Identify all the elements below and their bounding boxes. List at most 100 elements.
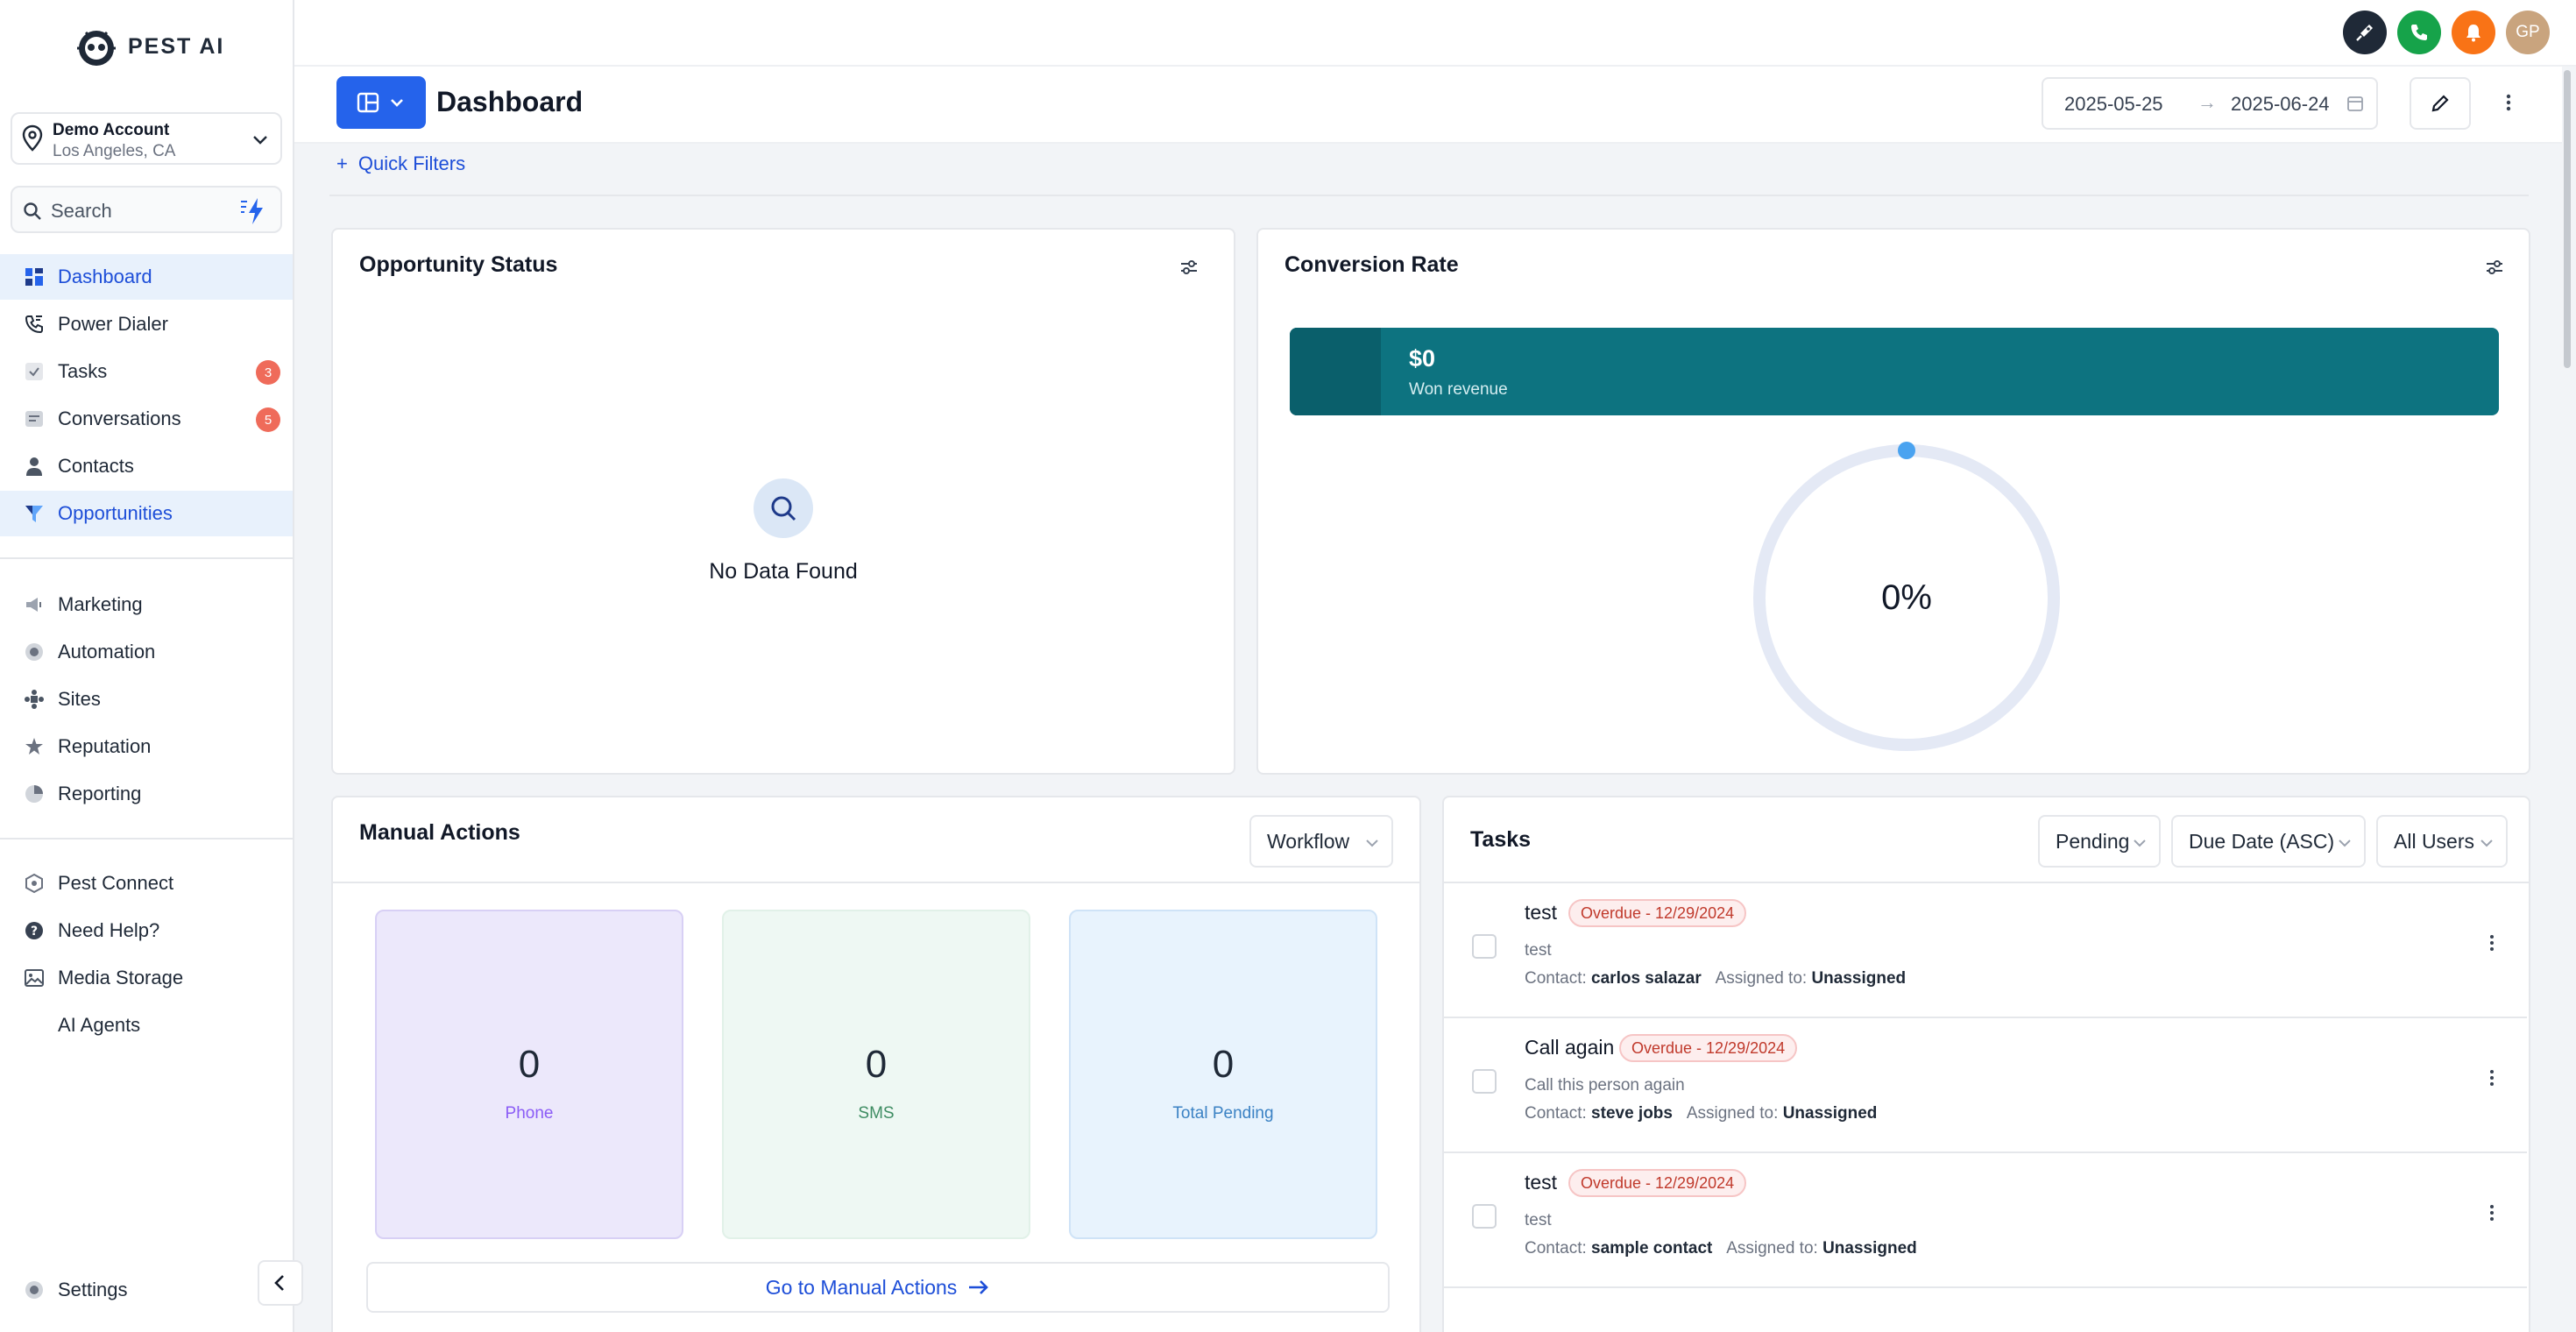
chat-icon xyxy=(23,407,46,430)
task-checkbox[interactable] xyxy=(1472,1069,1497,1094)
task-description: Call this person again xyxy=(1525,1076,1685,1095)
reputation-icon xyxy=(23,735,46,758)
task-contact[interactable]: carlos salazar xyxy=(1591,969,1702,988)
dashboard-switcher-button[interactable] xyxy=(336,76,426,129)
sidebar-item-label: Conversations xyxy=(58,407,181,429)
phone-icon xyxy=(2411,25,2427,40)
gear-icon xyxy=(23,1279,46,1301)
manual-actions-card: Manual Actions Workflow 0 Phone 0 SMS 0 … xyxy=(331,796,1421,1332)
sidebar-item-marketing[interactable]: Marketing xyxy=(0,582,293,627)
sidebar-item-label: Need Help? xyxy=(58,919,160,941)
quick-launch-button[interactable] xyxy=(2343,11,2387,54)
sidebar-divider xyxy=(0,557,293,559)
sidebar-item-label: Opportunities xyxy=(58,502,173,524)
sidebar-item-reputation[interactable]: Reputation xyxy=(0,724,293,769)
stat-sms[interactable]: 0 SMS xyxy=(722,910,1030,1239)
sidebar-item-contacts[interactable]: Contacts xyxy=(0,443,293,489)
sliders-icon xyxy=(2487,260,2502,274)
sidebar-item-label: Settings xyxy=(58,1279,128,1300)
sidebar-item-automation[interactable]: Automation xyxy=(0,629,293,675)
sidebar-item-power-dialer[interactable]: Power Dialer xyxy=(0,301,293,347)
sidebar: PEST AI Demo Account Los Angeles, CA Sea… xyxy=(0,0,294,1332)
sidebar-search[interactable]: Search xyxy=(11,186,282,233)
sidebar-item-reporting[interactable]: Reporting xyxy=(0,771,293,817)
date-from[interactable]: 2025-05-25 xyxy=(2064,93,2163,116)
task-checkbox[interactable] xyxy=(1472,934,1497,959)
search-icon xyxy=(24,202,41,220)
stat-total-pending[interactable]: 0 Total Pending xyxy=(1069,910,1377,1239)
ai-agents-icon xyxy=(23,1014,46,1037)
sidebar-item-media-storage[interactable]: Media Storage xyxy=(0,955,293,1001)
bell-icon xyxy=(2466,25,2480,42)
task-checkbox[interactable] xyxy=(1472,1204,1497,1229)
sidebar-item-pest-connect[interactable]: Pest Connect xyxy=(0,861,293,906)
sidebar-item-opportunities[interactable]: Opportunities xyxy=(0,491,293,536)
phone-button[interactable] xyxy=(2397,11,2441,54)
sidebar-item-dashboard[interactable]: Dashboard xyxy=(0,254,293,300)
task-contact[interactable]: steve jobs xyxy=(1591,1104,1673,1123)
sidebar-item-label: Sites xyxy=(58,688,101,710)
brand-logo[interactable]: PEST AI xyxy=(72,19,224,74)
task-row[interactable]: Call again Overdue - 12/29/2024 Call thi… xyxy=(1444,1018,2527,1153)
megaphone-icon xyxy=(23,593,46,616)
sidebar-item-need-help[interactable]: ? Need Help? xyxy=(0,908,293,953)
goto-label: Go to Manual Actions xyxy=(765,1275,958,1299)
task-title: test xyxy=(1525,1171,1558,1194)
kebab-menu-icon[interactable] xyxy=(2488,932,2495,953)
date-to[interactable]: 2025-06-24 xyxy=(2231,93,2339,116)
go-to-manual-actions-button[interactable]: Go to Manual Actions xyxy=(366,1262,1390,1313)
sidebar-item-sites[interactable]: Sites xyxy=(0,677,293,722)
dashboard-icon xyxy=(23,266,46,288)
account-switcher[interactable]: Demo Account Los Angeles, CA xyxy=(11,112,282,165)
card-title: Tasks xyxy=(1470,827,1532,852)
user-avatar[interactable]: GP xyxy=(2506,11,2550,54)
kebab-menu-icon[interactable] xyxy=(2488,1202,2495,1223)
task-row[interactable]: test Overdue - 12/29/2024 test Contact: … xyxy=(1444,883,2527,1018)
sidebar-item-label: AI Agents xyxy=(58,1014,141,1036)
notifications-button[interactable] xyxy=(2452,11,2495,54)
stat-label: Phone xyxy=(505,1104,554,1123)
quick-filters-label: Quick Filters xyxy=(357,152,466,174)
task-assignee: Unassigned xyxy=(1782,1104,1878,1123)
rocket-icon xyxy=(2356,25,2373,41)
date-range-picker[interactable]: 2025-05-25 → 2025-06-24 xyxy=(2042,77,2378,130)
task-sort-filter[interactable]: Due Date (ASC) xyxy=(2171,815,2366,868)
sidebar-item-tasks[interactable]: Tasks 3 xyxy=(0,349,293,394)
sidebar-item-conversations[interactable]: Conversations 5 xyxy=(0,396,293,442)
widget-settings-button[interactable] xyxy=(2481,254,2508,280)
stat-phone[interactable]: 0 Phone xyxy=(375,910,683,1239)
quick-action-bolt-icon[interactable] xyxy=(238,196,268,226)
sidebar-item-label: Tasks xyxy=(58,360,108,382)
widget-settings-button[interactable] xyxy=(1176,254,1202,280)
tasks-count-badge: 3 xyxy=(256,360,280,385)
sidebar-item-ai-agents[interactable]: AI Agents xyxy=(0,1003,293,1048)
task-user-filter[interactable]: All Users xyxy=(2376,815,2508,868)
more-options-button[interactable] xyxy=(2488,82,2529,123)
kebab-menu-icon[interactable] xyxy=(2488,1067,2495,1088)
page-scrollbar[interactable] xyxy=(2564,70,2571,368)
task-contact[interactable]: sample contact xyxy=(1591,1239,1712,1258)
chevron-left-icon xyxy=(274,1275,284,1291)
select-value: Due Date (ASC) xyxy=(2189,829,2335,853)
chevron-down-icon xyxy=(253,136,267,145)
account-location: Los Angeles, CA xyxy=(53,142,176,160)
task-row[interactable]: test Overdue - 12/29/2024 test Contact: … xyxy=(1444,1153,2527,1288)
pie-chart-icon xyxy=(23,783,46,805)
arrow-right-icon: → xyxy=(2197,91,2217,113)
opportunity-status-card: Opportunity Status No Data Found xyxy=(331,228,1235,775)
stat-label: SMS xyxy=(858,1104,895,1123)
stat-value: 0 xyxy=(865,1043,888,1086)
search-icon xyxy=(771,496,796,521)
task-status-filter[interactable]: Pending xyxy=(2038,815,2161,868)
edit-dashboard-button[interactable] xyxy=(2410,77,2471,130)
chevron-down-icon xyxy=(2134,840,2146,847)
help-icon: ? xyxy=(23,919,46,942)
card-title: Manual Actions xyxy=(359,820,520,845)
workflow-filter-select[interactable]: Workflow xyxy=(1249,815,1393,868)
quick-filters-button[interactable]: + Quick Filters xyxy=(336,152,465,175)
task-title: test xyxy=(1525,901,1558,924)
sidebar-item-settings[interactable]: Settings xyxy=(0,1267,293,1313)
sidebar-item-label: Media Storage xyxy=(58,967,184,988)
collapse-sidebar-button[interactable] xyxy=(258,1260,303,1306)
overdue-badge: Overdue - 12/29/2024 xyxy=(1568,899,1747,927)
